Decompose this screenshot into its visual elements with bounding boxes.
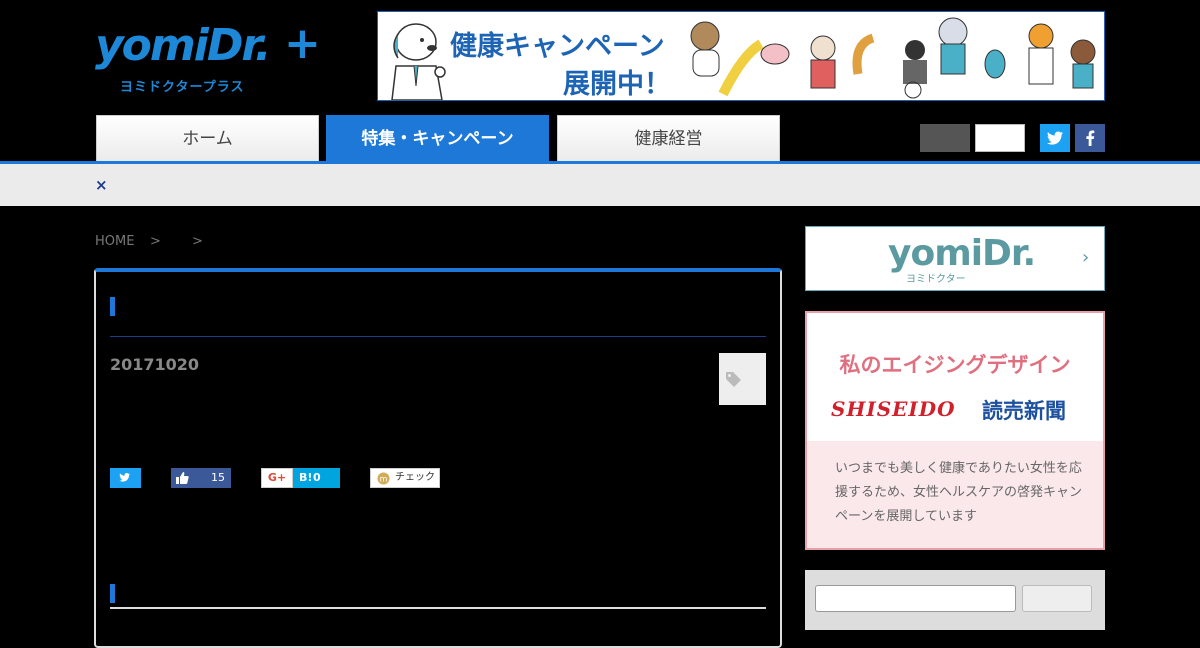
svg-text:m: m <box>380 475 388 484</box>
yomidr-link-banner[interactable]: yomiDr. ヨミドクター › <box>805 226 1105 291</box>
site-logo-plus: + <box>284 18 321 69</box>
yomiuri-logo: 読売新聞 <box>982 399 1066 423</box>
twitter-follow-button[interactable] <box>1040 124 1070 152</box>
thumbs-up-icon <box>176 472 189 484</box>
yomidr-logo-subtitle: ヨミドクター <box>906 274 966 285</box>
notice-bar <box>0 164 1200 206</box>
sidebar-search <box>805 570 1105 630</box>
section-title-marker <box>110 584 115 603</box>
breadcrumb-home[interactable]: HOME <box>95 234 134 249</box>
banner-title-line2: 展開中！ <box>563 69 671 100</box>
breadcrumb-separator: > <box>192 234 203 249</box>
tab-health-management[interactable]: 健康経営 <box>557 115 780 161</box>
facebook-like-count: 15 <box>211 471 225 484</box>
twitter-icon <box>1047 131 1063 145</box>
aging-design-description: いつまでも美しく健康でありたい女性を応援するため、女性ヘルスケアの啓発キャンペー… <box>835 461 1083 524</box>
tag-button[interactable] <box>719 353 766 405</box>
header-button-light[interactable] <box>975 124 1025 152</box>
tag-icon <box>726 372 741 387</box>
tab-features-campaigns[interactable]: 特集・キャンペーン <box>326 115 549 161</box>
article-panel <box>94 268 782 648</box>
share-gplus-button[interactable]: G+ <box>261 468 293 488</box>
facebook-icon <box>1086 130 1095 146</box>
article-title-divider <box>110 336 766 337</box>
article-title-marker <box>110 297 115 316</box>
campaign-banner[interactable]: 健康キャンペーン 展開中！ <box>377 11 1105 101</box>
tab-home[interactable]: ホーム <box>96 115 319 161</box>
search-button[interactable] <box>1022 585 1092 612</box>
share-facebook-like-button[interactable]: 15 <box>171 468 231 488</box>
doctor-dog-illustration <box>391 23 446 100</box>
header-button-dark[interactable] <box>920 124 970 152</box>
article-date: 20171020 <box>110 355 200 374</box>
aging-design-title: 私のエイジングデザイン <box>839 353 1071 377</box>
notice-close-button[interactable]: × <box>95 176 108 194</box>
facebook-follow-button[interactable] <box>1075 124 1105 152</box>
aging-design-banner[interactable]: 私のエイジングデザイン SHISEIDO 読売新聞 いつまでも美しく健康でありた… <box>805 311 1105 550</box>
search-input[interactable] <box>815 585 1016 612</box>
site-logo-subtitle: ヨミドクタープラス <box>120 80 245 95</box>
share-twitter-button[interactable] <box>110 468 141 488</box>
mixi-check-icon: m <box>377 472 390 485</box>
shiseido-logo: SHISEIDO <box>831 397 956 421</box>
hatena-bookmark-count: 0 <box>313 471 321 484</box>
site-logo[interactable]: yomiDr. <box>95 24 272 68</box>
banner-title-line1: 健康キャンペーン <box>450 31 665 62</box>
check-label: チェック <box>395 472 435 483</box>
animals-illustration <box>690 17 1096 99</box>
twitter-icon <box>119 473 131 482</box>
chevron-right-icon: › <box>1082 247 1090 268</box>
yomidr-logo: yomiDr. <box>888 233 1036 274</box>
section-divider <box>110 607 766 609</box>
share-check-button[interactable]: m チェック <box>370 468 440 488</box>
hatena-bookmark-label: B! <box>299 471 313 484</box>
share-hatena-button[interactable]: B! 0 <box>293 468 340 488</box>
breadcrumb-separator: > <box>150 234 161 249</box>
